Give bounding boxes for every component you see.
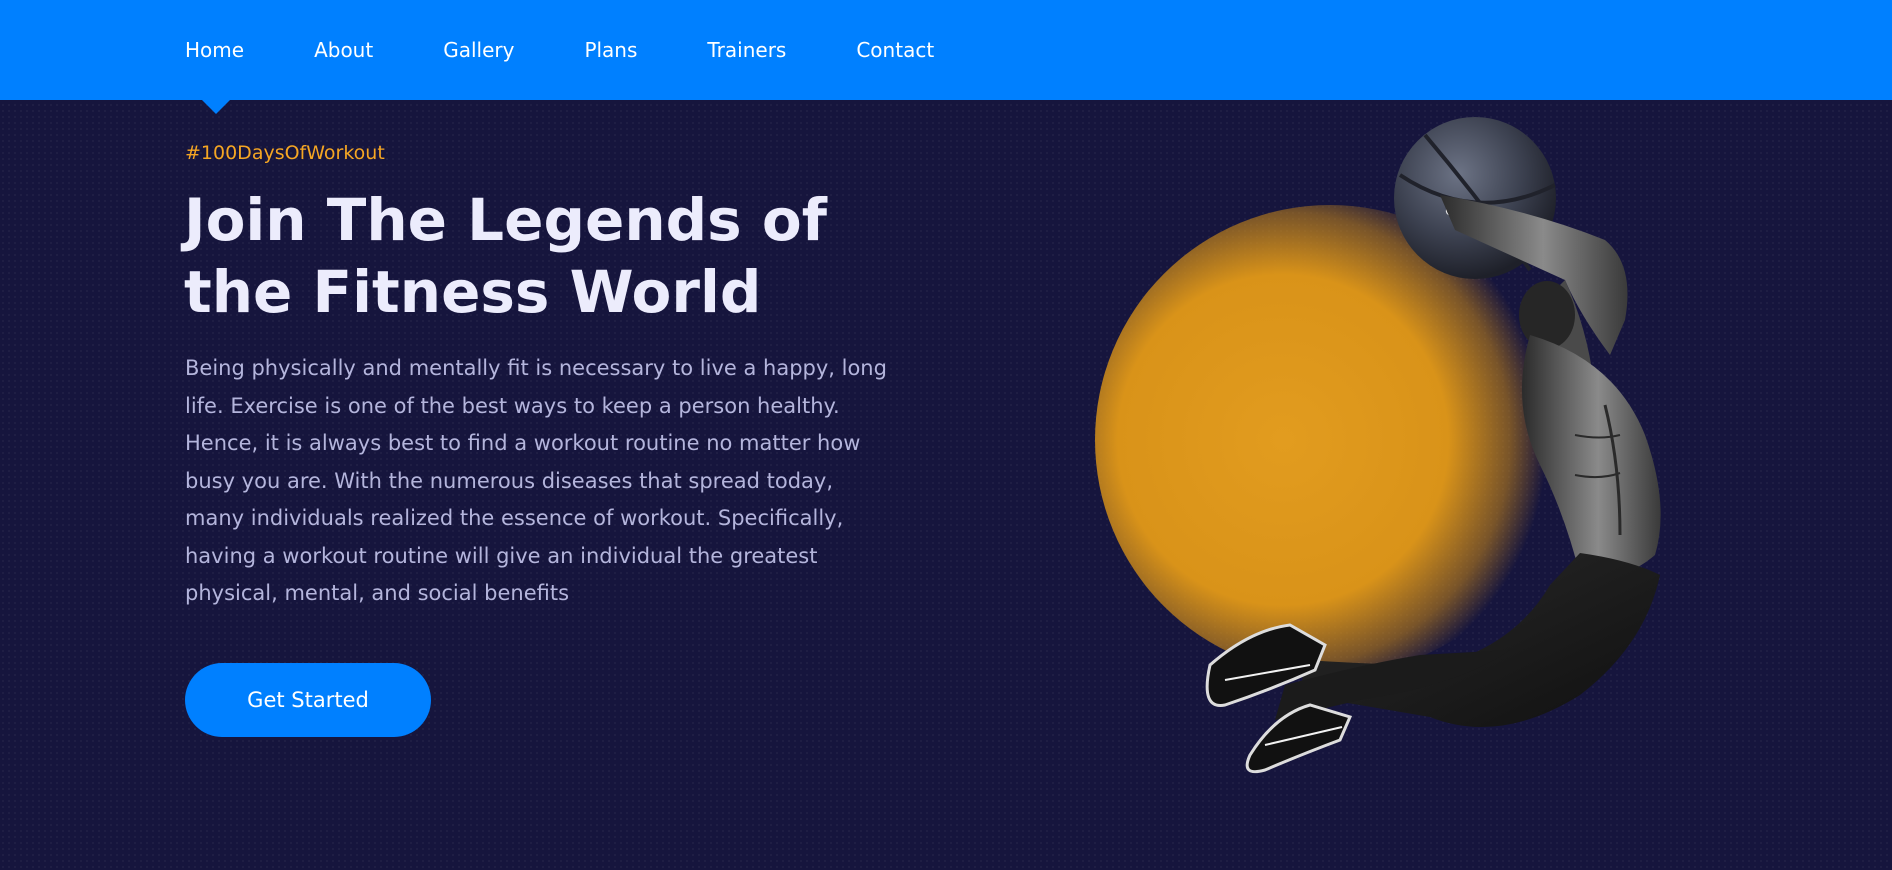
nav-item-plans[interactable]: Plans	[584, 40, 637, 60]
nav-menu: Home About Gallery Plans Trainers Contac…	[185, 0, 1004, 100]
top-navbar: Home About Gallery Plans Trainers Contac…	[0, 0, 1892, 100]
nav-item-gallery[interactable]: Gallery	[443, 40, 514, 60]
get-started-button[interactable]: Get Started	[185, 663, 431, 737]
athlete-with-medicine-ball-icon: CROSSFIT	[1205, 117, 1661, 774]
hero-description: Being physically and mentally fit is nec…	[185, 356, 887, 605]
hero-tagline: #100DaysOfWorkout	[185, 142, 385, 164]
hero-title: Join The Legends of the Fitness World	[184, 186, 827, 326]
nav-item-trainers[interactable]: Trainers	[707, 40, 786, 60]
nav-item-about[interactable]: About	[314, 40, 373, 60]
active-nav-indicator	[201, 99, 231, 114]
nav-item-home[interactable]: Home	[185, 40, 244, 60]
nav-item-contact[interactable]: Contact	[856, 40, 934, 60]
